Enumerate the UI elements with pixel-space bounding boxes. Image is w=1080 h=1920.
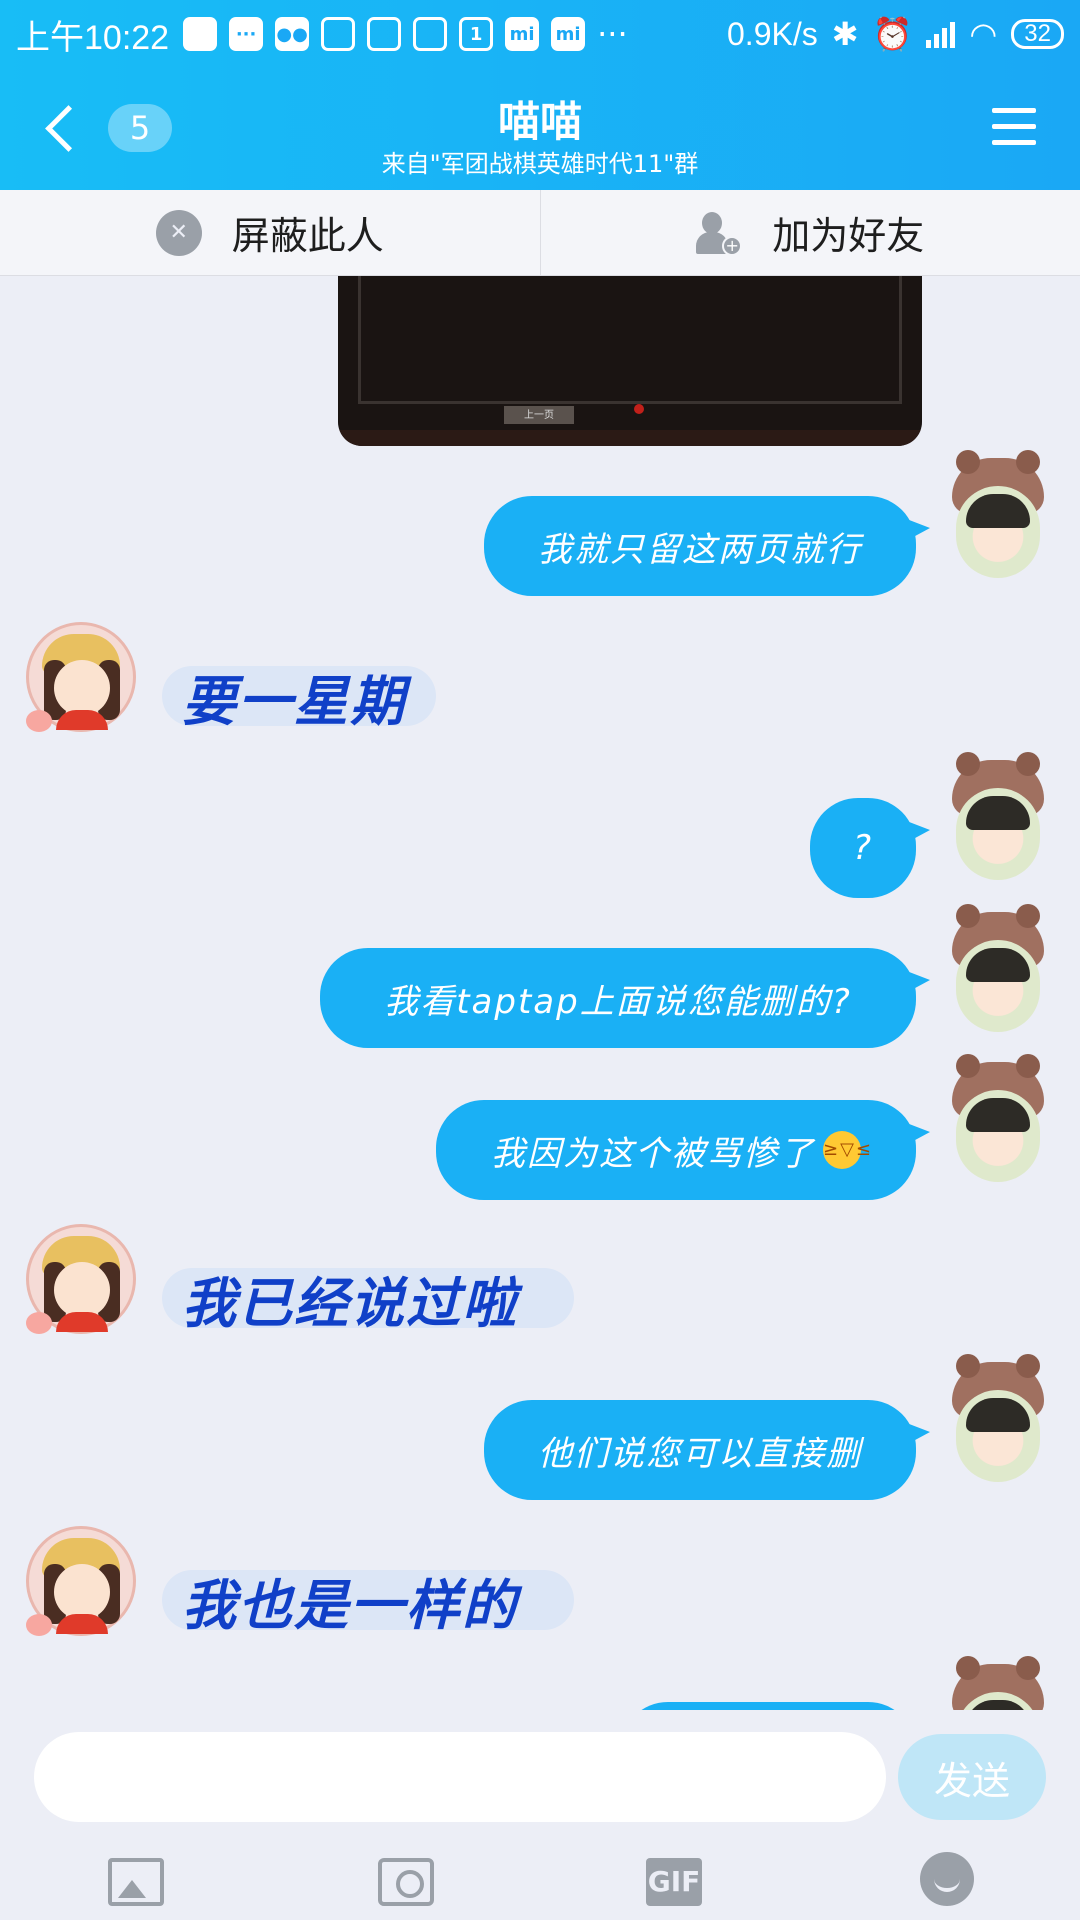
sticker-text: 我也是一样的 [182,1573,518,1637]
send-button[interactable]: 发送 [898,1734,1046,1820]
chat-title: 喵喵 [497,97,582,146]
message-bubble-sent[interactable] [620,1702,916,1710]
add-friend-button[interactable]: + 加为好友 [539,190,1080,275]
message-bubble-sent[interactable]: 他们说您可以直接删 [484,1400,930,1500]
sticker-message[interactable]: 我已经说过啦 [162,1268,574,1335]
add-friend-icon: + [696,210,743,256]
radio-icon [413,17,448,51]
app-icon [183,17,218,51]
message-text: ? [852,828,874,868]
sticker-message[interactable]: 我也是一样的 [162,1570,574,1637]
camera-icon[interactable] [378,1858,434,1906]
signal-icon [926,20,956,48]
mi-icon: mi [505,17,540,51]
sticker-text: 要一星期 [182,669,406,733]
image-icon[interactable] [108,1858,164,1906]
contact-avatar[interactable] [26,1526,136,1646]
input-toolbar: GIF [0,1834,1080,1920]
laugh-cry-emoji-icon: ≥▽≤ [823,1131,871,1169]
chat-subtitle: 来自"军团战棋英雄时代11"群 [381,150,699,178]
my-avatar[interactable] [948,1054,1048,1182]
calendar-icon: 1 [459,17,494,51]
notification-icons: ··· ●● 1 mi mi ··· [183,15,628,53]
mi-icon: mi [551,17,586,51]
gif-icon[interactable]: GIF [646,1858,702,1906]
my-avatar[interactable] [948,904,1048,1032]
wifi-icon: ◠ [969,16,998,52]
block-icon: ✕ [155,209,202,256]
menu-icon[interactable] [992,108,1036,146]
message-bubble-sent[interactable]: ? [810,798,930,898]
message-icon: ··· [229,17,264,51]
message-input[interactable] [34,1732,886,1822]
network-speed: 0.9K/s [727,15,818,52]
trash-icon [321,17,356,51]
bluetooth-icon: ✱ [831,16,859,52]
status-time: 上午10:22 [16,18,170,57]
image-message[interactable]: 上一页 [338,276,922,446]
stranger-action-bar: ✕ 屏蔽此人 + 加为好友 [0,190,1080,276]
message-bubble-sent[interactable]: 我就只留这两页就行 [484,496,930,596]
message-bubble-sent[interactable]: 我因为这个被骂惨了 ≥▽≤ [436,1100,930,1200]
battery-level: 32 [1024,20,1051,47]
system-icons: 0.9K/s ✱ ⏰ ◠ 32 [727,15,1064,53]
message-text: 我就只留这两页就行 [538,529,862,570]
chat-messages: 上一页 我就只留这两页就行 要一星期 ? 我看taptap上面说您能删的? 我因… [0,276,1080,1710]
add-friend-label: 加为好友 [772,214,925,258]
image-prev-page-label: 上一页 [504,406,574,424]
message-text: 我看taptap上面说您能删的? [384,981,852,1022]
contact-avatar[interactable] [26,1224,136,1344]
alarm-icon: ⏰ [872,16,913,52]
message-bubble-sent[interactable]: 我看taptap上面说您能删的? [320,948,930,1048]
wechat-icon: ●● [275,17,310,51]
my-avatar[interactable] [948,752,1048,880]
trash-icon [367,17,402,51]
input-bar: 发送 GIF [0,1710,1080,1920]
sticker-message[interactable]: 要一星期 [162,666,436,733]
message-text: 我因为这个被骂惨了 [491,1133,815,1174]
more-icon: ··· [597,15,628,53]
my-avatar[interactable] [948,1656,1048,1710]
my-avatar[interactable] [948,1354,1048,1482]
block-user-label: 屏蔽此人 [231,214,384,258]
sticker-text: 我已经说过啦 [182,1271,518,1335]
header: 上午10:22 ··· ●● 1 mi mi ··· 0.9K/s ✱ ⏰ ◠ … [0,0,1080,190]
nav-bar: 5 喵喵 来自"军团战棋英雄时代11"群 [0,80,1080,190]
block-user-button[interactable]: ✕ 屏蔽此人 [0,190,540,275]
battery-icon: 32 [1011,19,1064,49]
emoji-icon[interactable] [920,1852,974,1906]
contact-avatar[interactable] [26,622,136,742]
status-bar: 上午10:22 ··· ●● 1 mi mi ··· 0.9K/s ✱ ⏰ ◠ … [0,0,1080,68]
message-text: 他们说您可以直接删 [538,1433,862,1474]
my-avatar[interactable] [948,450,1048,578]
